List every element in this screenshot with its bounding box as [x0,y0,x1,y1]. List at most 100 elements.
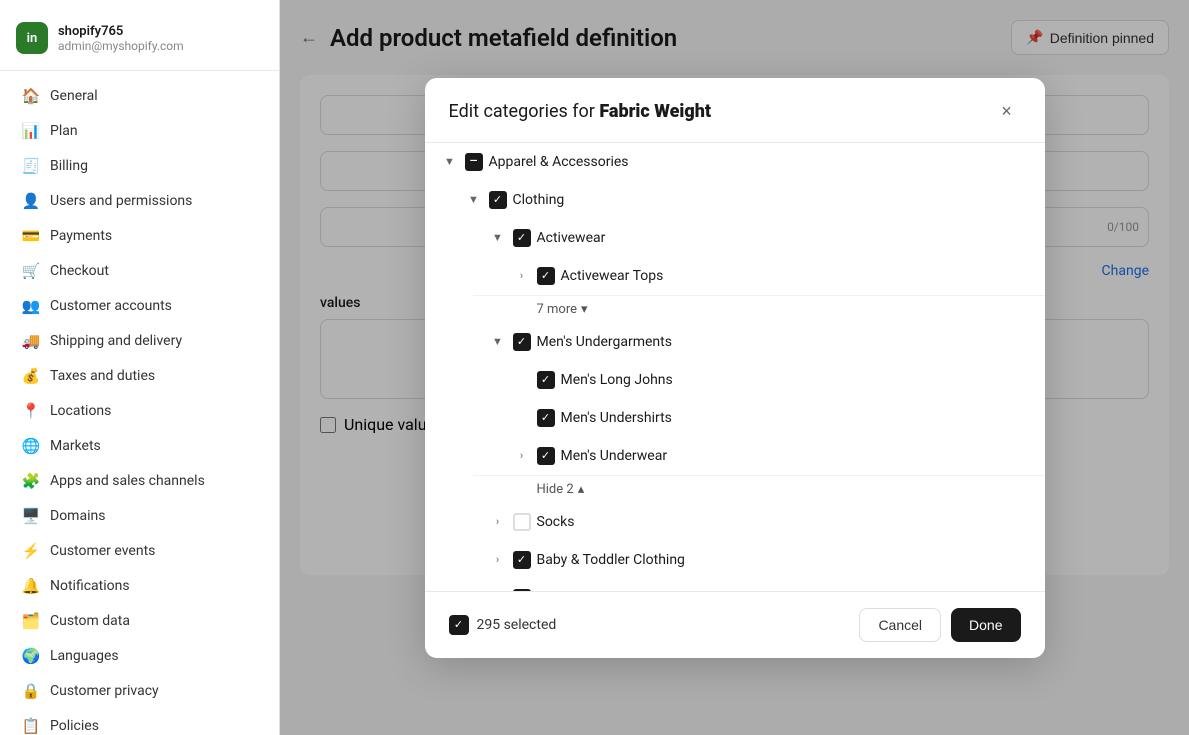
cat-row-dresses[interactable]: › Dresses [473,579,1045,591]
cat-row-baby-toddler[interactable]: › Baby & Toddler Clothing [473,541,1045,579]
collapse-icon[interactable]: ▼ [465,191,483,209]
selected-count-label: 295 selected [477,617,557,633]
dialog-close-button[interactable]: × [993,98,1021,126]
sidebar-item-label: Custom data [50,613,130,629]
collapse-icon[interactable]: ▼ [441,153,459,171]
hide-link[interactable]: Hide 2 ▴ [473,476,1045,503]
cat-label-activewear-tops: Activewear Tops [561,268,1029,284]
sidebar-item-customer-accounts[interactable]: 👥 Customer accounts [6,289,273,323]
cat-checkbox-activewear-tops[interactable] [537,267,555,285]
sidebar-user: in shopify765 admin@myshopify.com [0,12,279,71]
sidebar-item-locations[interactable]: 📍 Locations [6,394,273,428]
expand-icon[interactable]: › [513,447,531,465]
cat-checkbox-activewear[interactable] [513,229,531,247]
sidebar-item-customer-privacy[interactable]: 🔒 Customer privacy [6,674,273,708]
cat-row-mens-long-johns[interactable]: › Men's Long Johns [497,361,1045,399]
sidebar-item-billing[interactable]: 🧾 Billing [6,149,273,183]
customer-privacy-icon: 🔒 [22,682,40,700]
shipping-icon: 🚚 [22,332,40,350]
domains-icon: 🖥️ [22,507,40,525]
expand-icon[interactable]: › [513,267,531,285]
sidebar-item-plan[interactable]: 📊 Plan [6,114,273,148]
app-container: in shopify765 admin@myshopify.com 🏠 Gene… [0,0,1189,735]
expand-icon[interactable]: › [489,551,507,569]
dialog-title-bold: Fabric Weight [599,101,711,122]
cat-row-socks[interactable]: › Socks [473,503,1045,541]
chevron-up-icon: ▴ [578,482,585,497]
modal-overlay: Edit categories for Fabric Weight × ▼ Ap… [280,0,1189,735]
sidebar: in shopify765 admin@myshopify.com 🏠 Gene… [0,0,280,735]
cat-checkbox-clothing[interactable] [489,191,507,209]
sidebar-item-languages[interactable]: 🌍 Languages [6,639,273,673]
sidebar-item-checkout[interactable]: 🛒 Checkout [6,254,273,288]
policies-icon: 📋 [22,717,40,735]
users-icon: 👤 [22,192,40,210]
sidebar-item-label: Customer accounts [50,298,172,314]
cat-checkbox-mens-long-johns[interactable] [537,371,555,389]
sidebar-item-label: Policies [50,718,99,734]
avatar: in [16,22,48,54]
cat-checkbox-baby-toddler[interactable] [513,551,531,569]
collapse-icon[interactable]: ▼ [489,333,507,351]
sidebar-item-taxes[interactable]: 💰 Taxes and duties [6,359,273,393]
dialog-header: Edit categories for Fabric Weight × [425,78,1045,143]
expand-icon[interactable]: › [489,513,507,531]
sidebar-item-label: Apps and sales channels [50,473,205,489]
dialog-title: Edit categories for Fabric Weight [449,101,712,122]
sidebar-item-domains[interactable]: 🖥️ Domains [6,499,273,533]
footer-buttons: Cancel Done [859,608,1020,642]
selected-count: ✓ 295 selected [449,615,557,635]
custom-data-icon: 🗂️ [22,612,40,630]
cat-item-activewear: ▼ Activewear › [473,219,1045,296]
sidebar-item-policies[interactable]: 📋 Policies [6,709,273,735]
cat-row-clothing[interactable]: ▼ Clothing [449,181,1045,219]
sidebar-item-notifications[interactable]: 🔔 Notifications [6,569,273,603]
chevron-down-icon: ▾ [581,302,588,317]
cat-row-apparel[interactable]: ▼ Apparel & Accessories [425,143,1045,181]
cat-checkbox-socks[interactable] [513,513,531,531]
cat-label-activewear: Activewear [537,230,1029,246]
cat-checkbox-mens-underwear[interactable] [537,447,555,465]
sidebar-item-shipping[interactable]: 🚚 Shipping and delivery [6,324,273,358]
sidebar-item-general[interactable]: 🏠 General [6,79,273,113]
sidebar-item-label: Plan [50,123,78,139]
cat-item-mens-undergarments: ▼ Men's Undergarments › [473,323,1045,476]
payments-icon: 💳 [22,227,40,245]
more-label: 7 more [537,302,578,317]
customer-events-icon: ⚡ [22,542,40,560]
dialog-title-prefix: Edit categories for [449,101,600,122]
sidebar-item-markets[interactable]: 🌐 Markets [6,429,273,463]
sidebar-item-label: Checkout [50,263,109,279]
sidebar-item-customer-events[interactable]: ⚡ Customer events [6,534,273,568]
sidebar-item-payments[interactable]: 💳 Payments [6,219,273,253]
done-button[interactable]: Done [951,608,1020,642]
dialog-body[interactable]: ▼ Apparel & Accessories ▼ [425,143,1045,591]
category-tree: ▼ Apparel & Accessories ▼ [425,143,1045,591]
cat-children-activewear: › Activewear Tops [473,257,1045,295]
sidebar-item-apps[interactable]: 🧩 Apps and sales channels [6,464,273,498]
sidebar-item-users[interactable]: 👤 Users and permissions [6,184,273,218]
cat-children-mens-undergarments: › Men's Long Johns › [473,361,1045,475]
user-name: shopify765 [58,24,184,39]
cat-label-apparel: Apparel & Accessories [489,154,1029,170]
cat-checkbox-apparel[interactable] [465,153,483,171]
cat-item-apparel: ▼ Apparel & Accessories ▼ [425,143,1045,591]
cat-row-activewear[interactable]: ▼ Activewear [473,219,1045,257]
cancel-button[interactable]: Cancel [859,608,941,642]
sidebar-item-label: Languages [50,648,119,664]
cat-row-mens-undergarments[interactable]: ▼ Men's Undergarments [473,323,1045,361]
cat-checkbox-mens-undershirts[interactable] [537,409,555,427]
main-content: ← Add product metafield definition 📌 Def… [280,0,1189,735]
user-info: shopify765 admin@myshopify.com [58,24,184,53]
sidebar-item-custom-data[interactable]: 🗂️ Custom data [6,604,273,638]
cat-label-mens-long-johns: Men's Long Johns [561,372,1029,388]
more-clothing-link[interactable]: 7 more ▾ [473,296,1045,323]
cat-row-mens-underwear[interactable]: › Men's Underwear [497,437,1045,475]
collapse-icon[interactable]: ▼ [489,229,507,247]
cat-row-activewear-tops[interactable]: › Activewear Tops [497,257,1045,295]
cat-row-mens-undershirts[interactable]: › Men's Undershirts [497,399,1045,437]
cat-item-clothing: ▼ Clothing ▼ [449,181,1045,591]
selected-check-icon: ✓ [449,615,469,635]
cat-checkbox-mens-undergarments[interactable] [513,333,531,351]
sidebar-item-label: Users and permissions [50,193,192,209]
